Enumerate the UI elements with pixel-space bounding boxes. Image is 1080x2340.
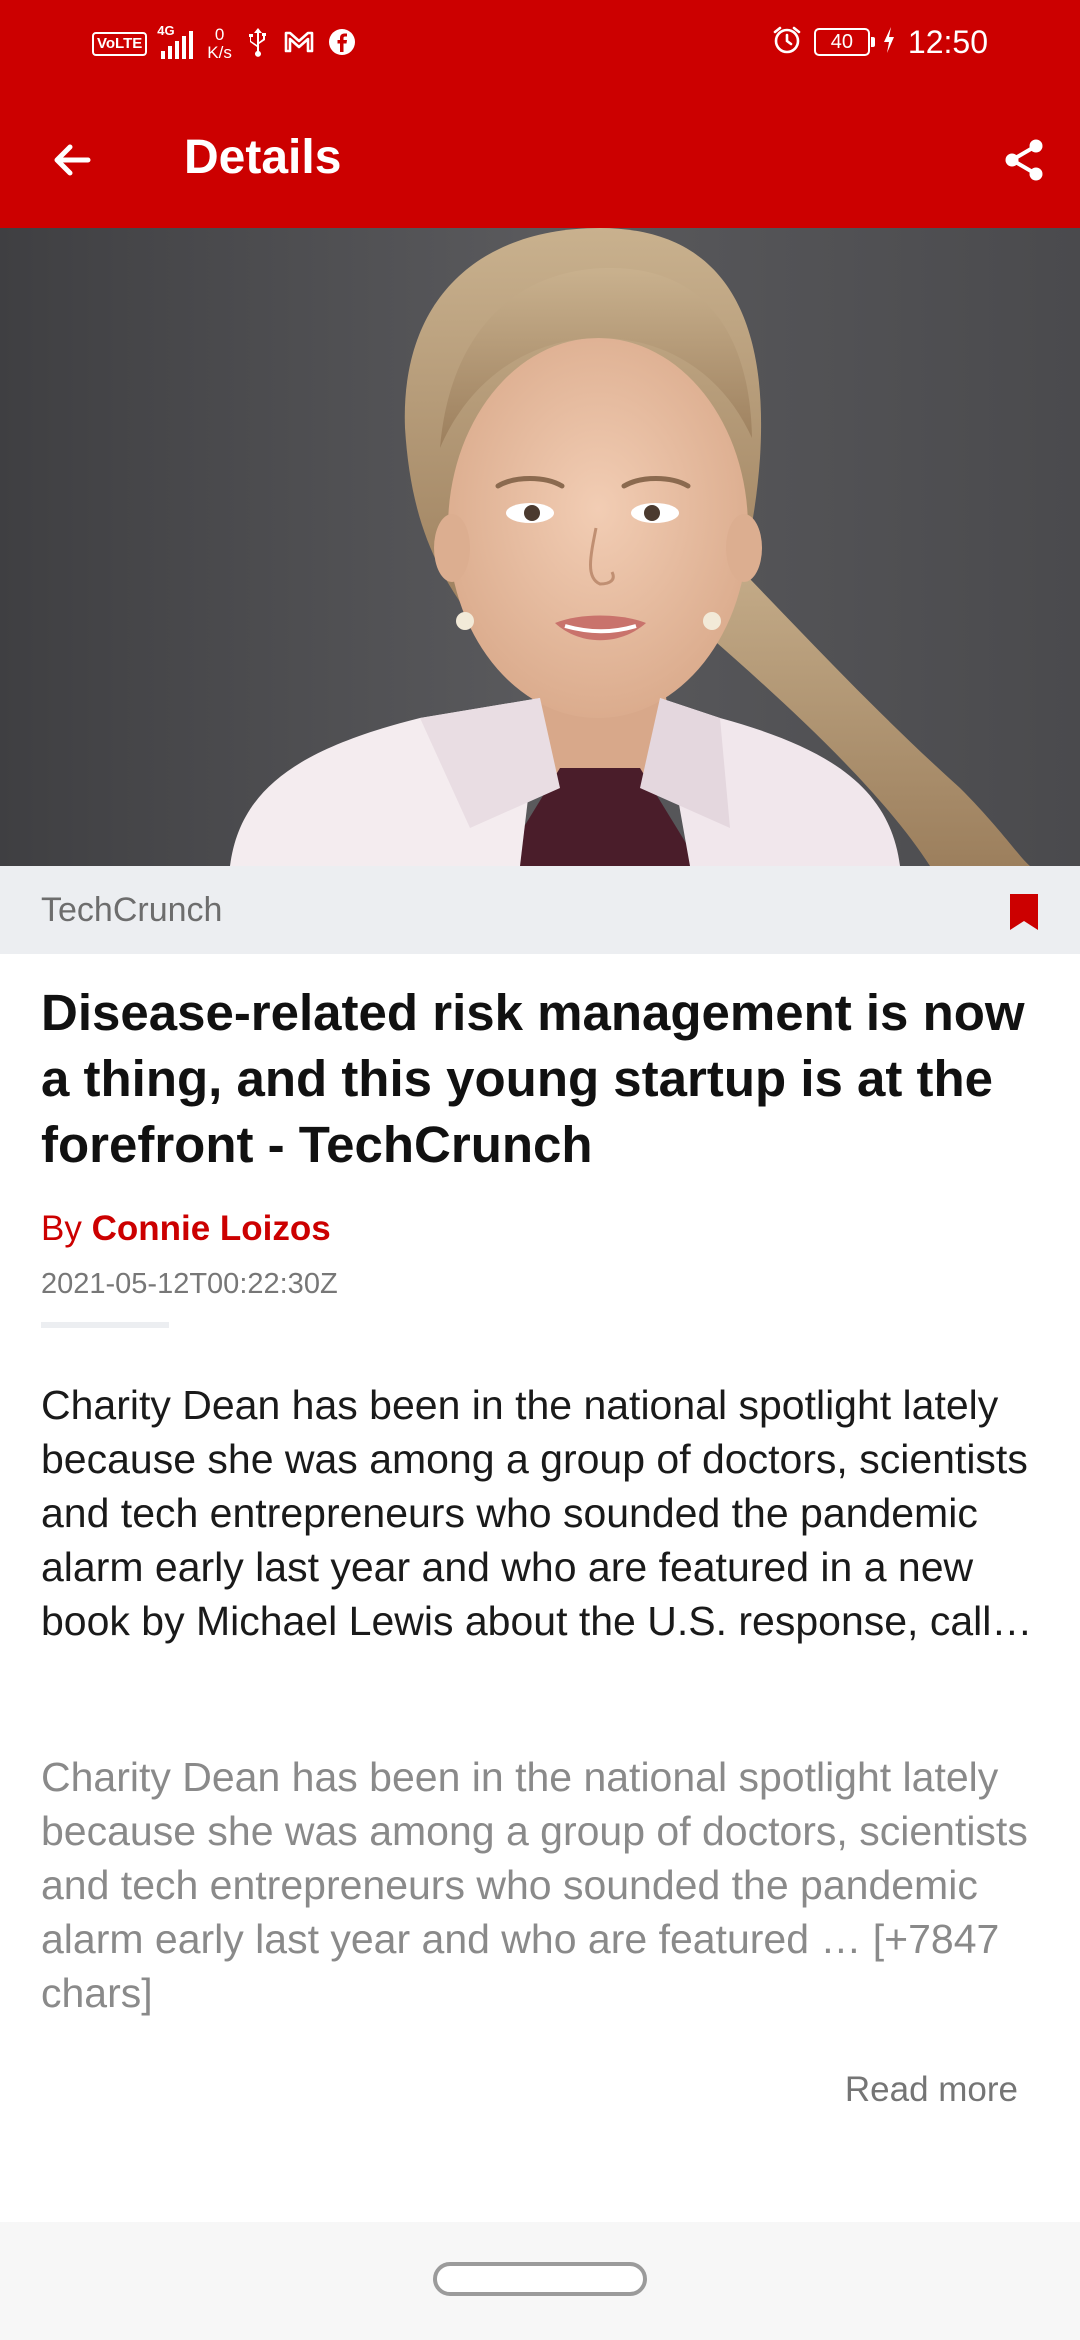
app-bar: Details [0, 88, 1080, 228]
facebook-icon [328, 28, 356, 61]
speed-value: 0 [214, 25, 225, 44]
article-details-screen: VoLTE 4G 0 K/s 40 12:50 Details TechCrun… [0, 0, 1080, 2340]
home-gesture-handle[interactable] [433, 2262, 647, 2296]
article-headline: Disease-related risk management is now a… [41, 984, 1025, 1173]
charging-icon [882, 26, 896, 59]
article-content-preview: Charity Dean has been in the national sp… [41, 1754, 1028, 2016]
status-clock: 12:50 [907, 23, 988, 60]
byline-prefix: By [41, 1209, 92, 1248]
speed-unit: K/s [207, 43, 232, 62]
signal-strength-icon: 4G [157, 23, 194, 59]
share-icon [1005, 139, 1043, 181]
status-right: 40 12:50 [772, 20, 988, 64]
network-type: 4G [157, 23, 175, 38]
gmail-icon [284, 30, 314, 59]
gesture-navigation-bar [0, 2222, 1080, 2340]
battery-indicator: 40 [813, 28, 875, 56]
bookmark-icon [1010, 894, 1038, 930]
usb-icon [246, 27, 270, 62]
portrait-illustration [0, 228, 1080, 866]
network-speed: 0 K/s [207, 26, 232, 62]
status-left: VoLTE 4G 0 K/s [92, 22, 356, 66]
author-name: Connie Loizos [91, 1209, 331, 1248]
source-name: TechCrunch [41, 891, 223, 929]
article-hero-image [0, 228, 1080, 866]
source-bar: TechCrunch [0, 866, 1080, 954]
back-button[interactable] [36, 124, 108, 196]
arrow-left-icon [54, 144, 91, 176]
status-bar: VoLTE 4G 0 K/s 40 12:50 [0, 0, 1080, 88]
volte-badge: VoLTE [92, 32, 148, 56]
bookmark-button[interactable] [1002, 888, 1046, 936]
page-title: Details [184, 131, 342, 184]
share-button[interactable] [988, 124, 1060, 196]
article-description: Charity Dean has been in the national sp… [41, 1382, 1033, 1644]
divider [41, 1322, 169, 1328]
published-timestamp: 2021-05-12T00:22:30Z [41, 1268, 338, 1300]
read-more-link[interactable]: Read more [845, 2066, 1018, 2114]
alarm-icon [772, 25, 802, 60]
byline: By Connie Loizos [41, 1205, 331, 1253]
